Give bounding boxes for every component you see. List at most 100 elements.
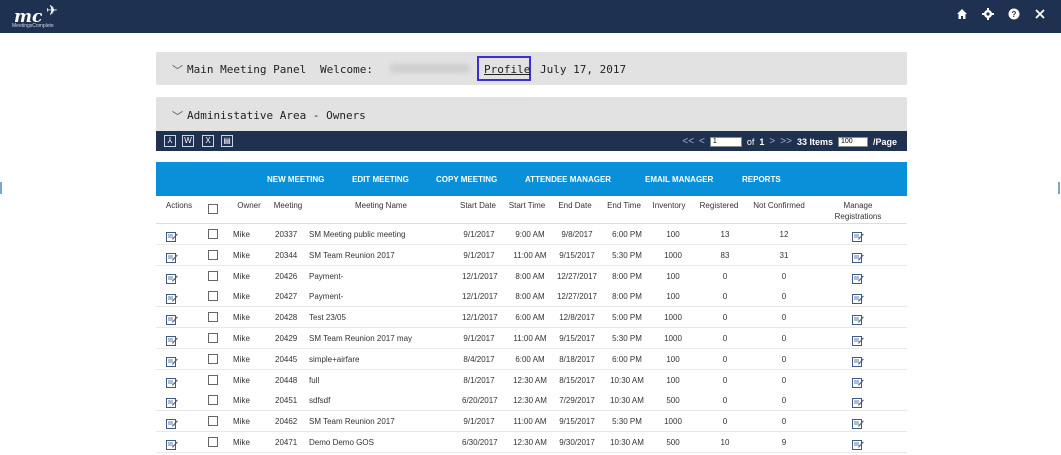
chevron-down-icon[interactable]: ﹀ [172,62,183,78]
first-page-button[interactable]: << [682,136,694,147]
row-checkbox[interactable] [208,270,218,281]
last-page-button[interactable]: >> [780,136,792,147]
manage-registrations-icon[interactable] [852,291,864,305]
col-not-confirmed[interactable]: Not Confirmed [752,200,806,211]
col-registered[interactable]: Registered [694,200,744,211]
table-row[interactable]: Mike 20471 Demo Demo GOS 6/30/2017 12:30 AM 9… [156,432,907,453]
manage-registrations-icon[interactable] [852,333,864,346]
manage-registrations-icon[interactable] [852,229,864,242]
col-inventory[interactable]: Inventory [647,200,691,211]
table-row[interactable]: Mike 20344 SM Team Reunion 2017 9/1/2017 11:… [156,244,907,266]
row-checkbox[interactable] [208,416,218,427]
chevron-down-icon[interactable]: ﹀ [172,108,183,124]
row-checkbox[interactable] [208,249,218,260]
col-end-time[interactable]: End Time [605,200,643,211]
edit-icon[interactable] [166,312,178,326]
prev-page-button[interactable]: < [699,136,705,147]
table-cell: 0 [781,396,787,406]
table-cell: 0 [781,334,787,343]
row-checkbox[interactable] [208,437,218,447]
table-cell: 8/4/2017 [463,354,495,364]
email-manager-button[interactable]: EMAIL MANAGER [645,175,713,184]
table-cell: Mike [233,250,250,260]
row-checkbox[interactable] [208,395,218,406]
table-row[interactable]: Mike 20451 sdfsdf 6/20/2017 12:30 AM 7/29/201… [156,390,907,412]
table-cell: 8:00 AM [515,292,545,302]
edit-icon[interactable] [166,395,178,409]
attendee-manager-button[interactable]: ATTENDEE MANAGER [525,175,611,184]
row-checkbox[interactable] [208,374,218,385]
table-cell: 5:30 PM [612,334,642,343]
print-icon[interactable]: ▤ [221,135,233,147]
table-row[interactable]: Mike 20426 Payment- 12/1/2017 8:00 AM 12/27/2… [156,265,907,287]
row-checkbox[interactable] [208,312,218,323]
edit-icon[interactable] [166,229,178,242]
manage-registrations-icon[interactable] [852,250,864,263]
edit-icon[interactable] [166,291,178,305]
table-row[interactable]: Mike 20445 simple+airfare 8/4/2017 6:00 AM 8/… [156,348,907,370]
copy-meeting-button[interactable]: COPY MEETING [436,175,497,184]
home-icon[interactable] [955,8,969,22]
edit-meeting-button[interactable]: EDIT MEETING [352,175,409,184]
page-size-input[interactable] [837,136,868,147]
edit-icon[interactable] [166,354,178,367]
row-checkbox[interactable] [208,353,218,364]
manage-registrations-icon[interactable] [852,416,864,430]
excel-icon[interactable]: X [202,135,214,147]
manage-registrations-icon[interactable] [852,437,864,450]
edit-icon[interactable] [166,437,178,450]
table-cell: 0 [722,396,728,406]
col-meeting[interactable]: Meeting [268,200,308,211]
edit-icon[interactable] [166,271,178,284]
table-row[interactable]: Mike 20428 Test 23/05 12/1/2017 6:00 AM 12/8/… [156,307,907,329]
app-logo[interactable]: mc ✈ MeetingsComplete [10,2,70,32]
profile-link[interactable]: Profile [484,63,530,76]
table-cell: SM Team Reunion 2017 [309,417,395,427]
manage-registrations-icon[interactable] [852,354,864,367]
col-owner[interactable]: Owner [232,200,266,211]
row-checkbox[interactable] [208,291,218,302]
table-cell: Mike [233,375,250,385]
table-row[interactable]: Mike 20429 SM Team Reunion 2017 may 9/1/201… [156,328,907,349]
table-cell: 5:00 PM [612,313,642,323]
page-number-input[interactable] [709,136,742,147]
gear-icon[interactable] [981,8,995,22]
manage-registrations-icon[interactable] [852,312,864,326]
col-meeting-name[interactable]: Meeting Name [336,200,426,211]
edit-icon[interactable] [166,375,178,388]
select-all-checkbox[interactable] [208,204,218,214]
table-row[interactable]: Mike 20427 Payment- 12/1/2017 8:00 AM 12/27/2… [156,286,907,308]
table-row[interactable]: Mike 20462 SM Team Reunion 2017 9/1/2017 11:… [156,411,907,433]
table-cell: 8/18/2017 [559,354,595,364]
reports-button[interactable]: REPORTS [742,175,781,184]
col-start-time[interactable]: Start Time [508,200,546,211]
help-icon[interactable]: ? [1007,8,1021,22]
table-cell: 20337 [275,230,298,239]
close-icon[interactable] [1033,8,1047,22]
next-page-button[interactable]: > [769,136,775,147]
right-edge-marker [1058,182,1060,194]
col-start-date[interactable]: Start Date [459,200,497,211]
manage-registrations-icon[interactable] [852,375,864,388]
row-checkbox[interactable] [208,333,218,343]
edit-icon[interactable] [166,416,178,430]
col-end-date[interactable]: End Date [553,200,597,211]
word-icon[interactable]: W [182,135,194,147]
edit-icon[interactable] [166,250,178,263]
table-cell: 9/8/2017 [561,230,593,239]
table-row[interactable]: Mike 20448 full 8/1/2017 12:30 AM 8/15/2017 10… [156,369,907,391]
manage-registrations-icon[interactable] [852,271,864,284]
table-cell: 20429 [275,334,298,343]
new-meeting-button[interactable]: NEW MEETING [267,175,324,184]
table-row[interactable]: Mike 20337 SM Meeting public meeting 9/1/20… [156,224,907,245]
edit-icon[interactable] [166,333,178,346]
row-checkbox[interactable] [208,229,218,239]
table-cell: full [309,375,320,385]
col-manage-registrations[interactable]: Manage Registrations [820,200,896,222]
table-cell: 100 [666,354,680,364]
table-cell: 20445 [275,354,298,364]
table-cell: 10:30 AM [610,438,644,447]
pdf-icon[interactable]: ⅄ [164,135,176,147]
grid-toolbar: ⅄ W X ▤ << < of 1 > >> 33 Items /Page [156,131,907,151]
manage-registrations-icon[interactable] [852,395,864,409]
